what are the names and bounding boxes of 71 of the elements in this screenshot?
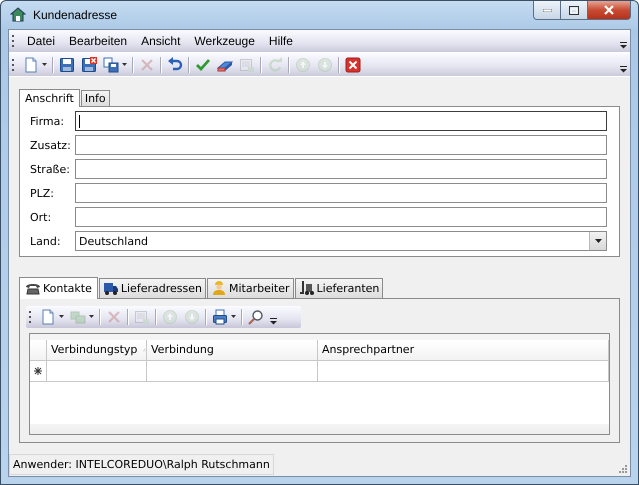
form-icon: [134, 308, 150, 325]
dropdown-caret-icon: [122, 63, 127, 66]
arrow-down-circle-icon: [184, 308, 200, 325]
copy-icon: [70, 308, 86, 325]
grip-handle-icon: [29, 310, 31, 323]
arrow-up-circle-icon: [295, 56, 311, 72]
delete-icon: [139, 56, 155, 72]
column-header[interactable]: Verbindung: [147, 340, 318, 360]
input-field[interactable]: [75, 207, 607, 227]
window-title: Kundenadresse: [33, 8, 118, 22]
country-dropdown[interactable]: Deutschland: [75, 231, 607, 251]
dropdown-caret-icon: [89, 315, 94, 318]
checkmark-icon: [195, 56, 211, 72]
printer-icon: [212, 308, 228, 325]
tab[interactable]: Lieferadressen: [98, 278, 206, 298]
input-field[interactable]: [75, 135, 607, 155]
overflow-chevron-icon[interactable]: [270, 318, 277, 325]
resize-grip-icon: [617, 463, 627, 473]
menu-item[interactable]: Datei: [27, 34, 56, 48]
menu-item[interactable]: Werkzeuge: [194, 34, 255, 48]
redo-icon: [267, 56, 283, 72]
tab[interactable]: Anschrift: [19, 89, 80, 107]
arrow-down-circle-icon: [317, 56, 333, 72]
copy-icon: [103, 56, 119, 72]
arrow-up-circle-icon: [162, 308, 178, 325]
house-icon: [10, 7, 26, 23]
status-bar: Anwender: INTELCOREDUO\Ralph Rutschmann: [9, 454, 274, 475]
minimize-button[interactable]: [533, 1, 561, 20]
minimize-icon: [542, 8, 552, 12]
overflow-chevron-icon[interactable]: [620, 66, 627, 73]
menu-item[interactable]: Bearbeiten: [69, 34, 128, 48]
delete-icon: [106, 308, 122, 325]
document-icon: [40, 308, 56, 325]
close-icon: [345, 56, 361, 72]
column-header[interactable]: Ansprechpartner: [318, 340, 609, 360]
sort-icon: [143, 346, 146, 354]
field-label: Zusatz:: [30, 138, 72, 152]
field-label: PLZ:: [30, 186, 56, 200]
maximize-icon: [569, 6, 579, 14]
grip-handle-icon: [12, 58, 14, 70]
input-field[interactable]: [75, 183, 607, 203]
close-button[interactable]: [588, 1, 631, 20]
tab[interactable]: Info: [80, 90, 110, 106]
field-label: Ort:: [30, 210, 52, 224]
menu-item[interactable]: Ansicht: [141, 34, 180, 48]
dropdown-arrow-icon: [594, 239, 602, 243]
input-field[interactable]: [75, 159, 607, 179]
form-icon: [239, 56, 255, 72]
magnifier-icon: [248, 308, 264, 325]
tab[interactable]: Kontakte: [19, 276, 98, 299]
maximize-button[interactable]: [561, 1, 588, 20]
dropdown-caret-icon: [59, 315, 64, 318]
worker-icon: [210, 280, 227, 296]
field-label: Straße:: [30, 162, 71, 176]
truck-icon: [102, 280, 119, 296]
tab[interactable]: Mitarbeiter: [206, 278, 294, 298]
field-label: Firma:: [30, 114, 66, 128]
field-label: Land:: [30, 234, 62, 248]
close-icon: [604, 5, 614, 15]
tab[interactable]: Lieferanten: [294, 278, 384, 298]
dropdown-caret-icon: [231, 315, 236, 318]
menu-item[interactable]: Hilfe: [268, 34, 293, 48]
forklift-icon: [298, 280, 315, 296]
document-icon: [23, 56, 39, 72]
column-header[interactable]: Verbindungstyp: [47, 340, 147, 360]
new-row-icon: [34, 366, 42, 375]
input-field[interactable]: [75, 111, 607, 131]
grip-handle-icon: [12, 35, 14, 47]
dropdown-caret-icon: [42, 63, 47, 66]
undo-icon: [167, 56, 183, 72]
overflow-chevron-icon[interactable]: [620, 42, 627, 49]
